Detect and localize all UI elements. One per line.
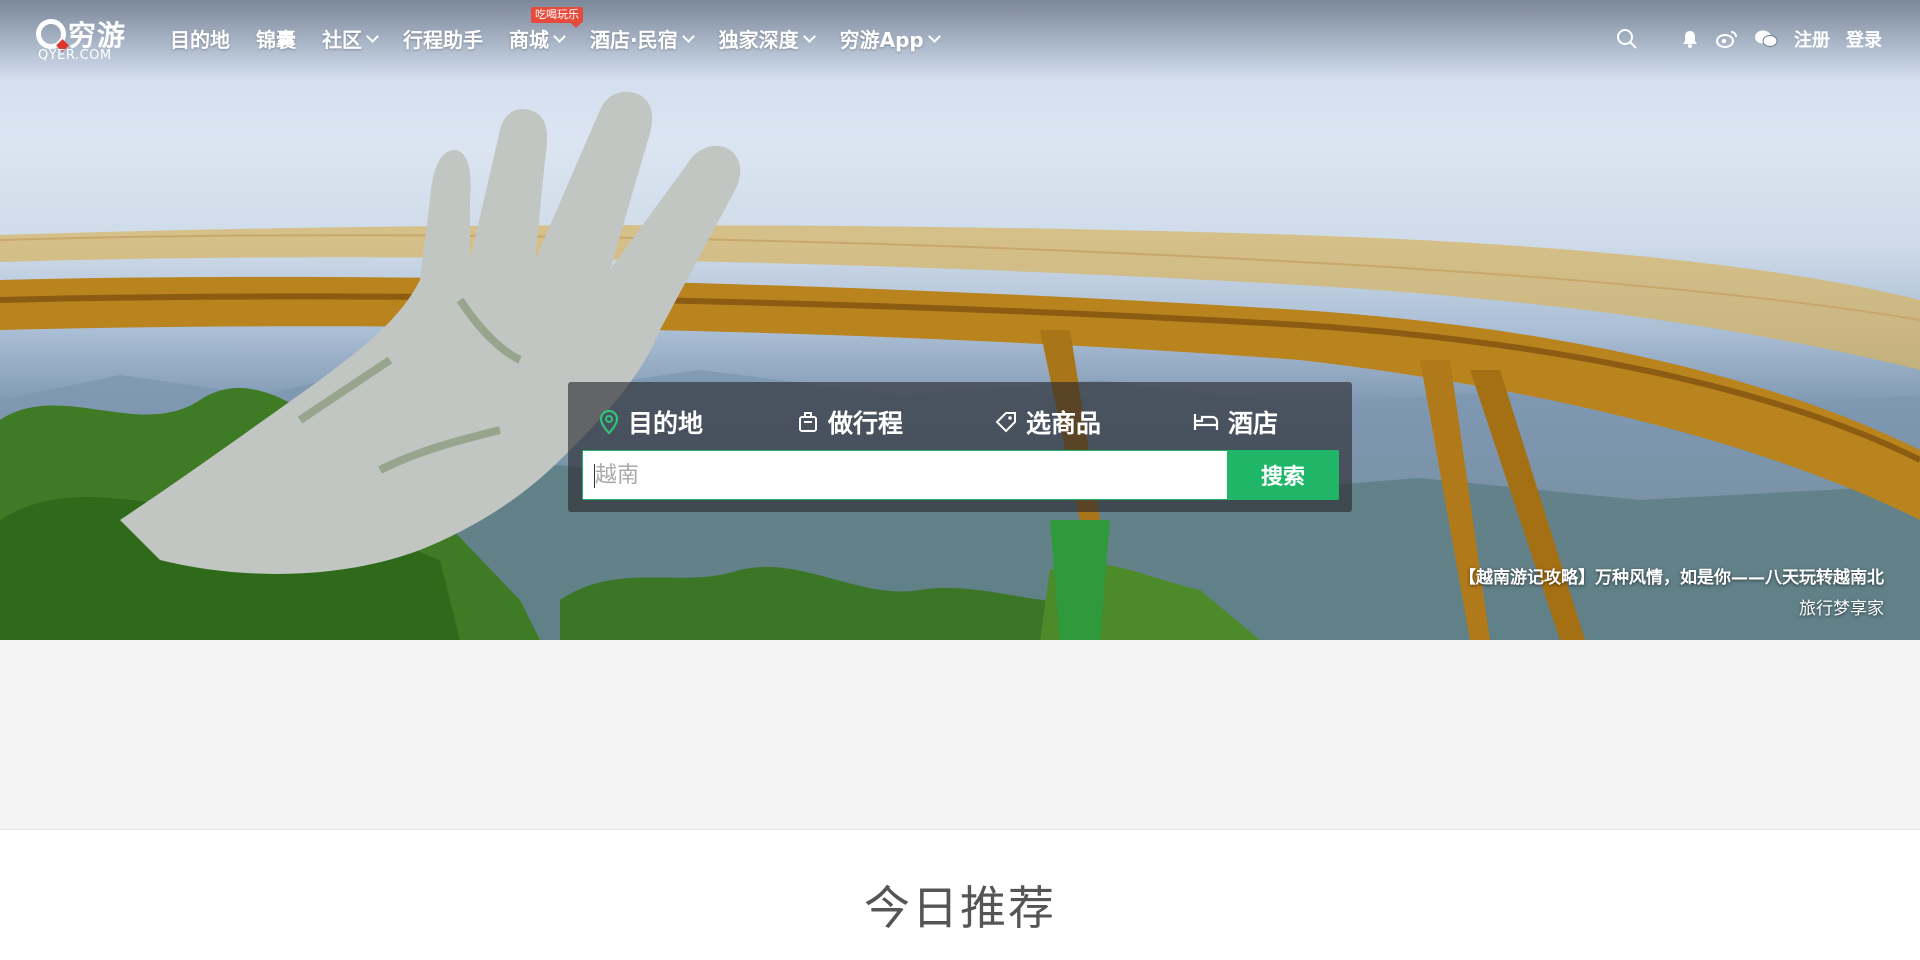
menu-item-destination[interactable]: 目的地 xyxy=(170,24,230,53)
luggage-icon xyxy=(799,412,817,432)
login-link[interactable]: 登录 xyxy=(1846,26,1882,52)
search-button[interactable]: 搜索 xyxy=(1227,450,1339,500)
tag-icon xyxy=(995,412,1016,433)
menu-label: 行程助手 xyxy=(403,28,483,52)
qyer-logo[interactable]: 穷游 QYER.COM xyxy=(36,14,140,64)
chevron-down-icon xyxy=(553,29,566,43)
tab-label: 做行程 xyxy=(828,409,904,438)
bed-icon xyxy=(1193,414,1219,430)
ad-band xyxy=(0,640,1920,830)
search-input-wrapper xyxy=(582,450,1229,500)
tab-destination[interactable]: 目的地 xyxy=(598,404,796,440)
top-nav: 穷游 QYER.COM 目的地 锦囊 社区 行程助手 吃喝玩乐 商城 酒店·民宿… xyxy=(0,0,1920,76)
weibo-icon[interactable] xyxy=(1716,29,1738,49)
hero-banner[interactable] xyxy=(0,0,1920,640)
search-tabs: 目的地 做行程 选商品 酒店 xyxy=(598,404,1390,440)
tab-hotels[interactable]: 酒店 xyxy=(1192,404,1390,440)
tab-label: 目的地 xyxy=(628,409,704,438)
menu-label: 商城 xyxy=(509,28,549,52)
main-menu: 目的地 锦囊 社区 行程助手 吃喝玩乐 商城 酒店·民宿 独家深度 穷游App xyxy=(170,7,965,53)
menu-item-community[interactable]: 社区 xyxy=(322,24,379,53)
hero-caption-author[interactable]: 旅行梦享家 xyxy=(1459,594,1884,619)
nav-right-tools: 注册 登录 xyxy=(1600,26,1882,52)
search-panel: 目的地 做行程 选商品 酒店 搜索 xyxy=(568,382,1352,512)
logo-subtext: QYER.COM xyxy=(38,48,112,63)
tab-label: 酒店 xyxy=(1228,409,1279,438)
chevron-down-icon xyxy=(927,29,941,43)
register-link[interactable]: 注册 xyxy=(1794,26,1830,52)
tab-itinerary[interactable]: 做行程 xyxy=(796,404,994,440)
chevron-down-icon xyxy=(681,29,695,43)
menu-item-guides[interactable]: 锦囊 xyxy=(256,24,296,53)
mall-badge: 吃喝玩乐 xyxy=(531,7,583,28)
menu-item-app[interactable]: 穷游App xyxy=(839,24,941,53)
chevron-down-icon xyxy=(366,29,379,43)
menu-label: 酒店·民宿 xyxy=(590,28,678,52)
menu-item-trip-planner[interactable]: 行程助手 xyxy=(403,24,483,53)
menu-label: 穷游App xyxy=(839,28,924,52)
text-caret xyxy=(594,464,595,488)
menu-label: 目的地 xyxy=(170,28,230,52)
hero-image xyxy=(0,91,1920,640)
menu-item-mall[interactable]: 吃喝玩乐 商城 xyxy=(509,7,583,53)
location-pin-icon xyxy=(599,409,619,435)
tab-products[interactable]: 选商品 xyxy=(994,404,1192,440)
menu-item-exclusive[interactable]: 独家深度 xyxy=(718,24,816,53)
chevron-down-icon xyxy=(802,29,816,43)
menu-item-hotels[interactable]: 酒店·民宿 xyxy=(590,24,695,53)
logo-q-icon xyxy=(36,19,66,49)
menu-label: 独家深度 xyxy=(718,28,799,52)
hero-caption-title[interactable]: 【越南游记攻略】万种风情，如是你——八天玩转越南北 xyxy=(1459,563,1884,588)
menu-label: 社区 xyxy=(322,28,362,52)
search-input[interactable] xyxy=(583,451,1228,499)
wechat-icon[interactable] xyxy=(1754,29,1778,49)
bell-icon[interactable] xyxy=(1680,29,1700,49)
hero-caption[interactable]: 【越南游记攻略】万种风情，如是你——八天玩转越南北 旅行梦享家 xyxy=(1459,563,1884,619)
search-icon[interactable] xyxy=(1616,28,1638,50)
section-title: 今日推荐 xyxy=(864,881,1056,935)
menu-label: 锦囊 xyxy=(256,28,296,52)
tab-label: 选商品 xyxy=(1026,409,1102,438)
